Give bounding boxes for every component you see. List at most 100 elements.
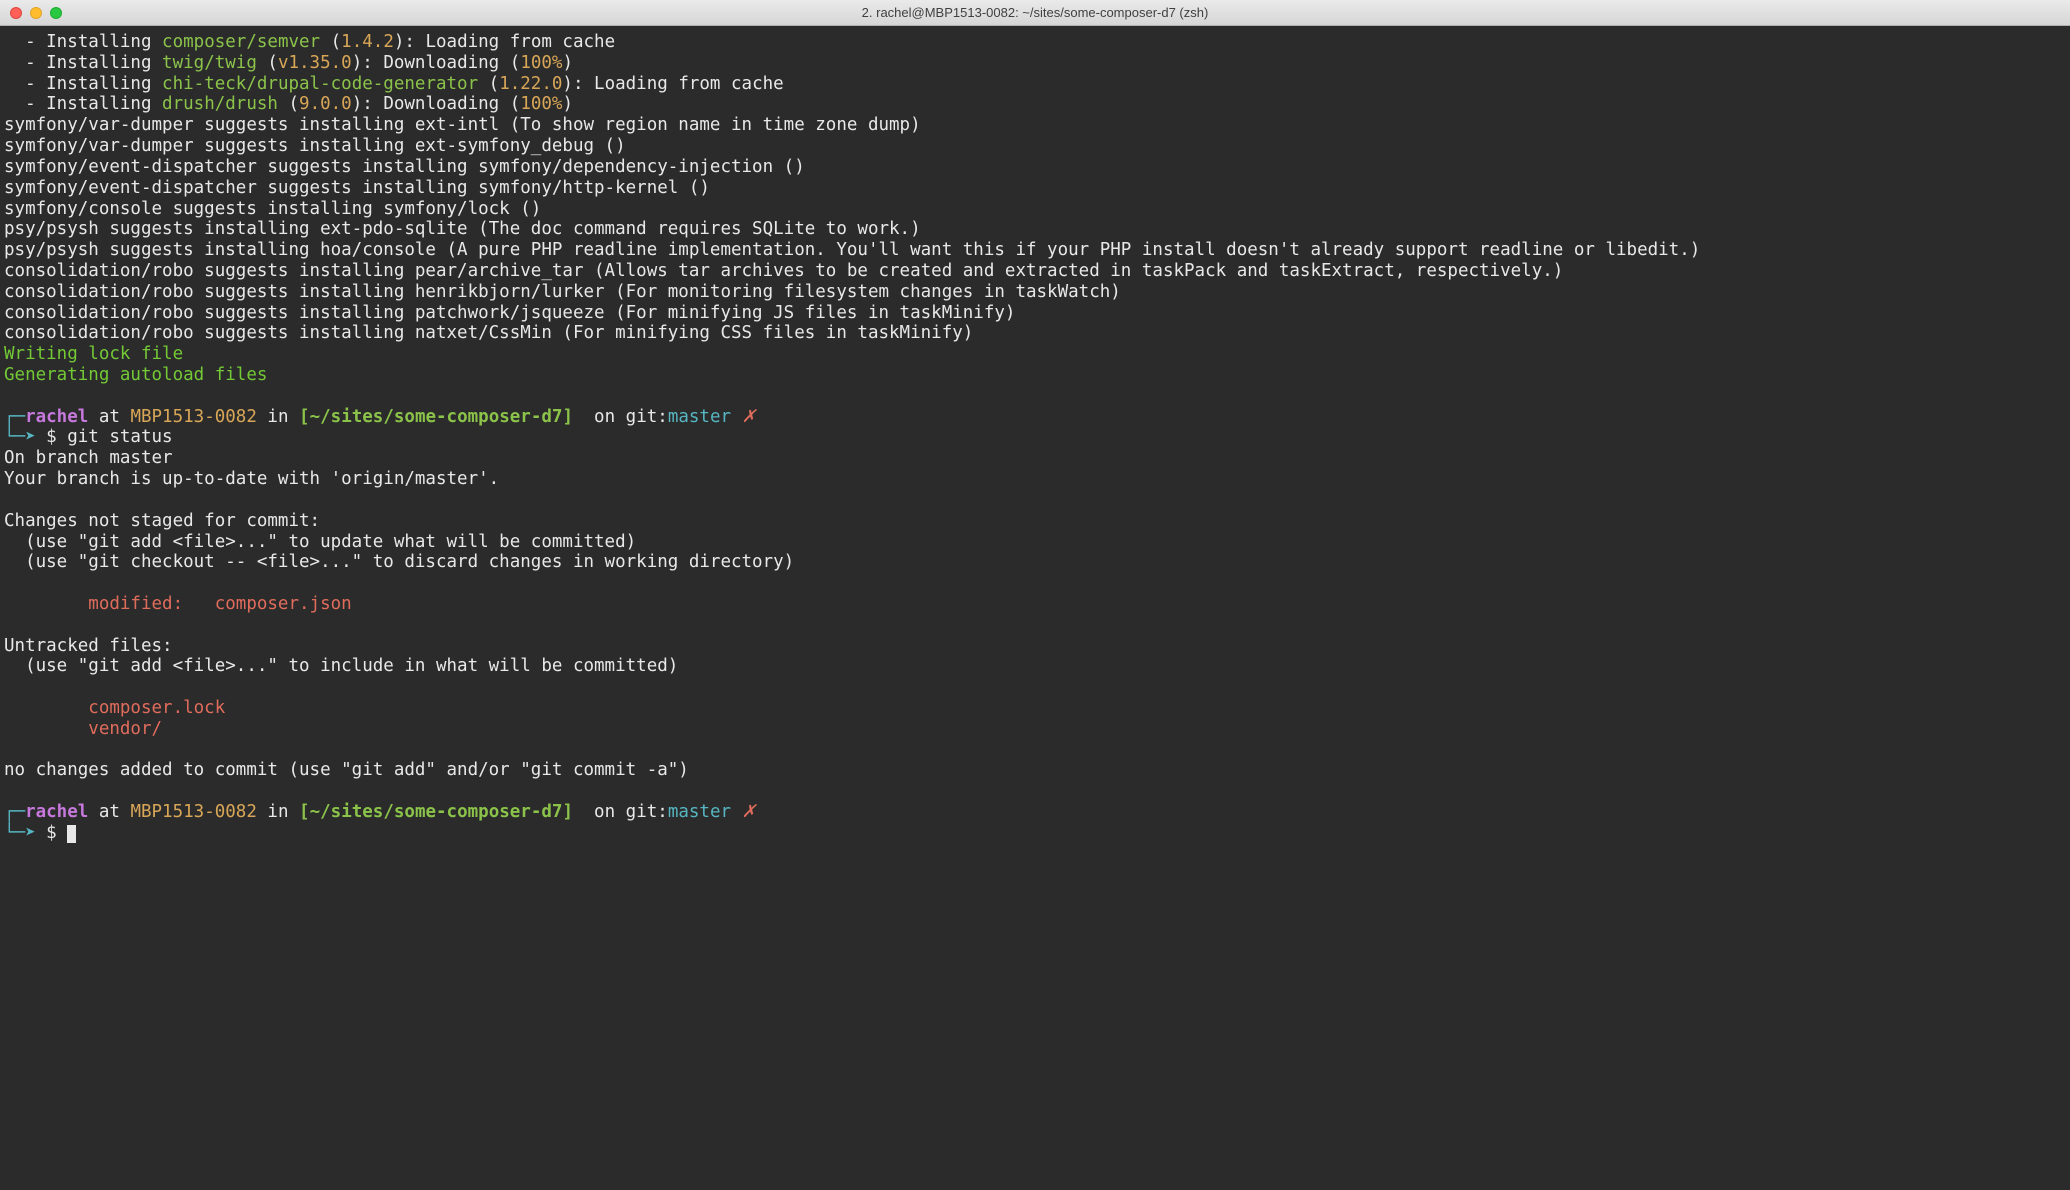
package-name: chi-teck/drupal-code-generator	[162, 74, 478, 94]
install-msg: ): Downloading	[352, 94, 500, 114]
prompt-dirty-icon: ✗	[731, 802, 756, 822]
prompt-user: rachel	[25, 802, 88, 822]
terminal-line: consolidation/robo suggests installing p…	[4, 303, 2066, 324]
window-titlebar: 2. rachel@MBP1513-0082: ~/sites/some-com…	[0, 0, 2070, 26]
install-msg: ): Loading from cache	[394, 32, 615, 52]
prompt-branch: master	[668, 407, 731, 427]
terminal-line: symfony/var-dumper suggests installing e…	[4, 115, 2066, 136]
generating-autoload: Generating autoload files	[4, 365, 267, 385]
git-untracked-header: Untracked files:	[4, 636, 173, 656]
window-title: 2. rachel@MBP1513-0082: ~/sites/some-com…	[0, 5, 2070, 20]
package-version: 1.22.0	[499, 74, 562, 94]
suggest-line: consolidation/robo suggests installing h…	[4, 282, 1121, 302]
prompt-corner-icon: ┌─	[4, 802, 25, 822]
terminal-line: (use "git add <file>..." to update what …	[4, 532, 2066, 553]
terminal-line: modified: composer.json	[4, 594, 2066, 615]
suggest-line: symfony/event-dispatcher suggests instal…	[4, 157, 805, 177]
prompt-corner-icon: ┌─	[4, 407, 25, 427]
install-prefix: - Installing	[4, 94, 162, 114]
terminal-line: (use "git add <file>..." to include in w…	[4, 656, 2066, 677]
prompt-dollar: $	[36, 823, 68, 843]
terminal-line: - Installing drush/drush (9.0.0): Downlo…	[4, 94, 2066, 115]
prompt-dollar: $	[36, 427, 68, 447]
terminal-line: psy/psysh suggests installing hoa/consol…	[4, 240, 2066, 261]
terminal-line: symfony/var-dumper suggests installing e…	[4, 136, 2066, 157]
close-icon[interactable]	[10, 7, 22, 19]
prompt-path: [~/sites/some-composer-d7]	[299, 407, 573, 427]
prompt-path: [~/sites/some-composer-d7]	[299, 802, 573, 822]
git-modified-file: modified: composer.json	[4, 594, 352, 614]
terminal-line: no changes added to commit (use "git add…	[4, 760, 2066, 781]
install-msg: ): Downloading	[352, 53, 500, 73]
suggest-line: symfony/var-dumper suggests installing e…	[4, 115, 921, 135]
terminal-line: symfony/console suggests installing symf…	[4, 199, 2066, 220]
terminal-line: symfony/event-dispatcher suggests instal…	[4, 178, 2066, 199]
terminal-line: Untracked files:	[4, 636, 2066, 657]
git-hint: (use "git add <file>..." to update what …	[4, 532, 636, 552]
traffic-lights	[10, 7, 62, 19]
git-summary: no changes added to commit (use "git add…	[4, 760, 689, 780]
suggest-line: consolidation/robo suggests installing p…	[4, 261, 1563, 281]
minimize-icon[interactable]	[30, 7, 42, 19]
command-input[interactable]: git status	[67, 427, 172, 447]
terminal-line: ┌─rachel at MBP1513-0082 in [~/sites/som…	[4, 407, 2066, 428]
prompt-host: MBP1513-0082	[130, 407, 256, 427]
git-unstaged-header: Changes not staged for commit:	[4, 511, 320, 531]
download-percent: 100%	[520, 94, 562, 114]
suggest-line: symfony/event-dispatcher suggests instal…	[4, 178, 710, 198]
zoom-icon[interactable]	[50, 7, 62, 19]
suggest-line: symfony/var-dumper suggests installing e…	[4, 136, 626, 156]
terminal-line	[4, 740, 2066, 761]
package-version: 1.4.2	[341, 32, 394, 52]
terminal-line: psy/psysh suggests installing ext-pdo-sq…	[4, 219, 2066, 240]
terminal-line: Generating autoload files	[4, 365, 2066, 386]
terminal-line: consolidation/robo suggests installing h…	[4, 282, 2066, 303]
terminal-line: consolidation/robo suggests installing n…	[4, 323, 2066, 344]
install-prefix: - Installing	[4, 74, 162, 94]
git-branch-line: On branch master	[4, 448, 173, 468]
install-msg: ): Loading from cache	[562, 74, 783, 94]
terminal-line: Changes not staged for commit:	[4, 511, 2066, 532]
package-name: twig/twig	[162, 53, 257, 73]
terminal-line: └─➤ $ git status	[4, 427, 2066, 448]
terminal-line: - Installing chi-teck/drupal-code-genera…	[4, 74, 2066, 95]
terminal-line	[4, 615, 2066, 636]
git-untracked-file: vendor/	[4, 719, 162, 739]
terminal-line	[4, 386, 2066, 407]
terminal-line: ┌─rachel at MBP1513-0082 in [~/sites/som…	[4, 802, 2066, 823]
prompt-dirty-icon: ✗	[731, 407, 756, 427]
prompt-user: rachel	[25, 407, 88, 427]
terminal-line: symfony/event-dispatcher suggests instal…	[4, 157, 2066, 178]
terminal-line: - Installing composer/semver (1.4.2): Lo…	[4, 32, 2066, 53]
terminal-line: On branch master	[4, 448, 2066, 469]
prompt-host: MBP1513-0082	[130, 802, 256, 822]
terminal-line	[4, 781, 2066, 802]
terminal-line	[4, 573, 2066, 594]
suggest-line: symfony/console suggests installing symf…	[4, 199, 541, 219]
suggest-line: psy/psysh suggests installing hoa/consol…	[4, 240, 1700, 260]
terminal-line	[4, 677, 2066, 698]
cursor-icon	[67, 825, 76, 843]
prompt-branch: master	[668, 802, 731, 822]
git-untracked-file: composer.lock	[4, 698, 225, 718]
terminal-line: Your branch is up-to-date with 'origin/m…	[4, 469, 2066, 490]
git-hint: (use "git add <file>..." to include in w…	[4, 656, 678, 676]
install-prefix: - Installing	[4, 53, 162, 73]
terminal-line: - Installing twig/twig (v1.35.0): Downlo…	[4, 53, 2066, 74]
terminal-line: └─➤ $	[4, 823, 2066, 844]
writing-lock: Writing lock file	[4, 344, 183, 364]
package-version: 9.0.0	[299, 94, 352, 114]
suggest-line: consolidation/robo suggests installing n…	[4, 323, 973, 343]
terminal-line: Writing lock file	[4, 344, 2066, 365]
download-percent: 100%	[520, 53, 562, 73]
package-name: composer/semver	[162, 32, 320, 52]
terminal-output[interactable]: - Installing composer/semver (1.4.2): Lo…	[0, 26, 2070, 848]
git-uptodate-line: Your branch is up-to-date with 'origin/m…	[4, 469, 499, 489]
suggest-line: psy/psysh suggests installing ext-pdo-sq…	[4, 219, 921, 239]
terminal-line: (use "git checkout -- <file>..." to disc…	[4, 552, 2066, 573]
install-prefix: - Installing	[4, 32, 162, 52]
git-hint: (use "git checkout -- <file>..." to disc…	[4, 552, 794, 572]
package-version: v1.35.0	[278, 53, 352, 73]
terminal-line: vendor/	[4, 719, 2066, 740]
suggest-line: consolidation/robo suggests installing p…	[4, 303, 1015, 323]
